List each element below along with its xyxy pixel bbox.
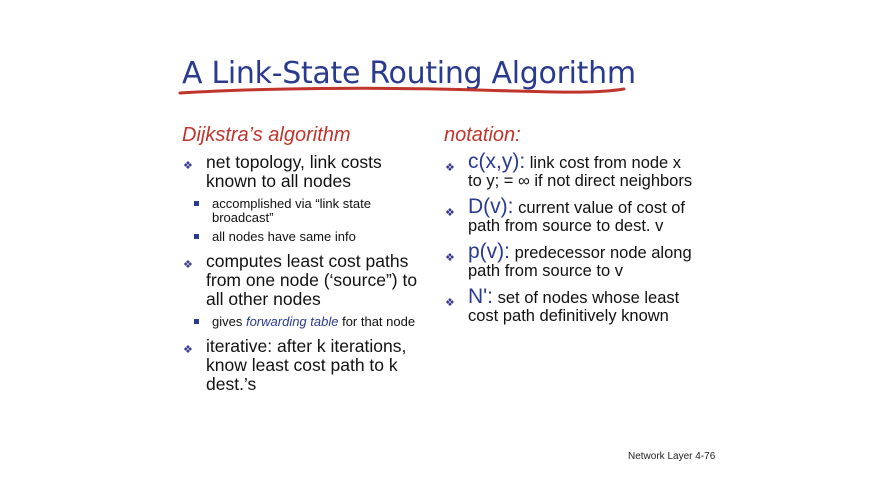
notation-item: ❖ c(x,y): link cost from node x to y; = …: [444, 150, 694, 190]
notation-item: ❖ p(v): predecessor node along path from…: [444, 240, 694, 280]
item-text: computes least cost paths from one node …: [206, 251, 418, 309]
list-item: ❖ net topology, link costs known to all …: [182, 153, 432, 191]
slide: A Link-State Routing Algorithm Dijkstra’…: [0, 0, 883, 493]
notation-item: ❖ D(v): current value of cost of path fr…: [444, 195, 694, 235]
notation-item: ❖ N': set of nodes whose least cost path…: [444, 285, 694, 325]
notation-term: D(v):: [468, 195, 514, 218]
sub-item: all nodes have same info: [182, 230, 432, 244]
slide-footer: Network Layer 4-76: [628, 451, 716, 462]
forwarding-table-text: forwarding table: [245, 314, 339, 329]
notation-term: c(x,y):: [468, 150, 526, 173]
diamond-bullet-icon: ❖: [183, 259, 193, 271]
diamond-bullet-icon: ❖: [445, 297, 455, 309]
diamond-bullet-icon: ❖: [445, 252, 455, 264]
sub-item: accomplished via “link state broadcast”: [182, 197, 432, 225]
left-heading: Dijkstra’s algorithm: [182, 124, 351, 146]
sub-item-before: gives: [212, 314, 246, 329]
notation-term: p(v):: [468, 240, 510, 263]
square-bullet-icon: [194, 201, 199, 206]
sub-item-text: all nodes have same info: [212, 229, 356, 244]
item-text: net topology, link costs known to all no…: [206, 152, 382, 191]
square-bullet-icon: [194, 319, 199, 324]
square-bullet-icon: [194, 234, 199, 239]
list-item: ❖ iterative: after k iterations, know le…: [182, 337, 432, 394]
diamond-bullet-icon: ❖: [183, 344, 193, 356]
sub-item: gives forwarding table for that node: [182, 315, 432, 329]
right-heading: notation:: [444, 124, 521, 146]
sub-item-after: for that node: [338, 314, 416, 329]
sub-item-text: accomplished via “link state broadcast”: [212, 196, 371, 225]
diamond-bullet-icon: ❖: [183, 160, 193, 172]
title-underline: [178, 86, 626, 95]
notation-term: N':: [468, 285, 494, 308]
diamond-bullet-icon: ❖: [445, 162, 455, 174]
list-item: ❖ computes least cost paths from one nod…: [182, 252, 432, 309]
notation-desc: set of nodes whose least cost path defin…: [468, 289, 680, 325]
item-text: iterative: after k iterations, know leas…: [206, 336, 407, 394]
diamond-bullet-icon: ❖: [445, 207, 455, 219]
right-column: notation: ❖ c(x,y): link cost from node …: [444, 124, 694, 333]
left-column: Dijkstra’s algorithm ❖ net topology, lin…: [182, 124, 432, 400]
